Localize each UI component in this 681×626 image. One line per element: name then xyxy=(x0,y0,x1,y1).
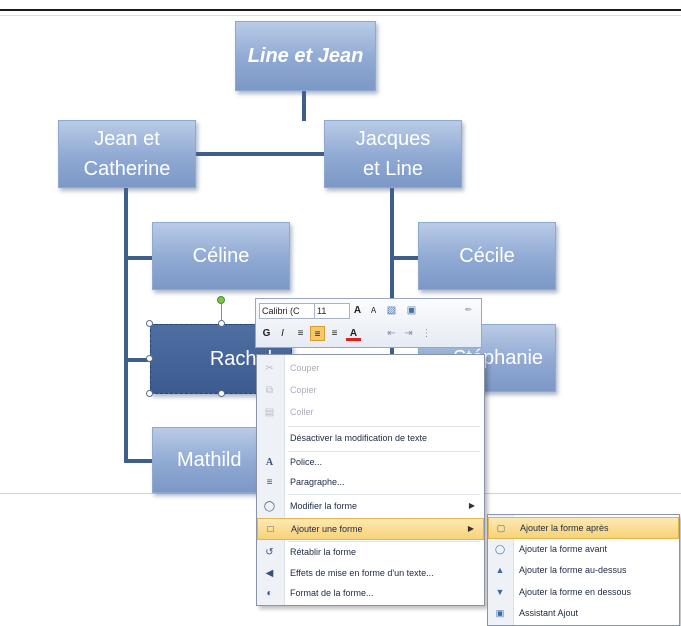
align-right-icon[interactable]: ≡ xyxy=(327,326,342,341)
submenu-item-add-after[interactable]: ▢ Ajouter la forme après xyxy=(488,517,679,539)
menu-item-label: Copier xyxy=(290,385,317,395)
decrease-indent-icon[interactable]: ⇤ xyxy=(384,326,399,341)
menu-item-paste[interactable]: ▤ Coller xyxy=(257,402,484,424)
paste-icon: ▤ xyxy=(264,407,275,418)
submenu-item-add-below[interactable]: ▼ Ajouter la forme en dessous xyxy=(488,582,679,604)
menu-item-label: Police... xyxy=(290,457,323,467)
resize-handle[interactable] xyxy=(146,355,153,362)
menu-item-label: Ajouter une forme xyxy=(291,524,363,534)
menu-separator xyxy=(288,426,480,427)
menu-item-label: Rétablir la forme xyxy=(290,547,357,557)
shape-text: Line et Jean xyxy=(247,45,364,67)
bold-button[interactable]: G xyxy=(259,326,274,341)
menu-item-copy[interactable]: ⧉ Copier xyxy=(257,380,484,402)
font-icon: A xyxy=(265,457,274,468)
scissors-icon: ✂ xyxy=(265,363,274,374)
format-shape-icon: ◐ xyxy=(266,588,273,599)
shape-text: Mathild xyxy=(177,449,242,471)
submenu-item-add-before[interactable]: ◯ Ajouter la forme avant xyxy=(488,539,679,561)
align-left-icon[interactable]: ≡ xyxy=(293,326,308,341)
menu-item-add-shape[interactable]: □ Ajouter une forme ▶ xyxy=(257,518,484,540)
add-after-icon: ▢ xyxy=(496,523,506,533)
menu-item-label: Modifier la forme xyxy=(290,501,358,511)
shrink-font-button[interactable]: A xyxy=(366,303,381,318)
font-size-box[interactable]: 11 xyxy=(314,303,350,319)
menu-separator xyxy=(288,494,480,495)
resize-handle[interactable] xyxy=(146,320,153,327)
reset-shape-icon: ↺ xyxy=(265,547,274,558)
connector xyxy=(124,256,152,260)
menu-item-label: Désactiver la modification de texte xyxy=(290,433,428,443)
shape-root[interactable]: Line et Jean xyxy=(235,21,376,91)
align-center-icon[interactable]: ≡ xyxy=(310,326,325,341)
menu-item-label: Paragraphe... xyxy=(290,477,345,487)
submenu-arrow-icon: ▶ xyxy=(468,501,475,510)
menu-item-reset-shape[interactable]: ↺ Rétablir la forme xyxy=(257,542,484,564)
italic-button[interactable]: I xyxy=(275,326,290,341)
top-guide-line xyxy=(0,15,681,16)
add-shape-icon: □ xyxy=(267,524,274,535)
shape-fill-icon[interactable]: ▣ xyxy=(404,303,419,318)
menu-item-text-effects[interactable]: ◀ Effets de mise en forme d'un texte... xyxy=(257,563,484,585)
shape-left-parent[interactable]: Jean et Catherine xyxy=(58,120,196,188)
menu-item-disable-text-edit[interactable]: Désactiver la modification de texte xyxy=(257,428,484,450)
menu-item-label: Format de la forme... xyxy=(290,588,374,598)
paragraph-icon: ≡ xyxy=(266,477,273,488)
submenu-item-label: Ajouter la forme après xyxy=(520,523,609,533)
menu-item-cut[interactable]: ✂ Couper xyxy=(257,358,484,380)
copy-icon: ⧉ xyxy=(265,385,274,396)
increase-indent-icon[interactable]: ⇥ xyxy=(401,326,416,341)
shape-cecile[interactable]: Cécile xyxy=(418,222,556,290)
add-above-icon: ▲ xyxy=(495,565,505,575)
menu-item-font[interactable]: A Police... xyxy=(257,452,484,474)
submenu-item-add-assistant[interactable]: ▣ Assistant Ajout xyxy=(488,603,679,625)
add-assistant-icon: ▣ xyxy=(495,608,505,618)
shape-right-parent[interactable]: Jacques et Line xyxy=(324,120,462,188)
shape-text: Catherine xyxy=(83,158,171,180)
submenu-item-label: Assistant Ajout xyxy=(519,608,579,618)
font-size-value: 11 xyxy=(317,306,327,316)
shape-text: Jacques xyxy=(355,128,431,150)
clear-format-icon[interactable]: ▧ xyxy=(384,303,399,318)
shape-text: et Line xyxy=(362,158,424,180)
shape-icon: ◯ xyxy=(263,501,276,512)
menu-item-change-shape[interactable]: ◯ Modifier la forme ▶ xyxy=(257,496,484,518)
submenu-item-label: Ajouter la forme au-dessus xyxy=(519,565,627,575)
resize-handle[interactable] xyxy=(218,390,225,397)
mini-toolbar: Calibri (C 11 A A ▧ ▣ ✒ G I ≡ ≡ ≡ A ⇤ ⇥ … xyxy=(255,298,482,348)
font-color-button[interactable]: A xyxy=(346,326,361,341)
add-below-icon: ▼ xyxy=(495,587,505,597)
shape-text: Jean et xyxy=(94,128,160,150)
resize-handle[interactable] xyxy=(218,320,225,327)
menu-item-paragraph[interactable]: ≡ Paragraphe... xyxy=(257,472,484,494)
submenu-arrow-icon: ▶ xyxy=(467,524,474,533)
connector xyxy=(124,459,152,463)
shape-text: Cécile xyxy=(459,245,515,267)
submenu-item-add-above[interactable]: ▲ Ajouter la forme au-dessus xyxy=(488,560,679,582)
rotation-handle[interactable] xyxy=(217,296,225,304)
shape-text: Céline xyxy=(192,245,250,267)
font-name-value: Calibri (C xyxy=(262,306,300,316)
menu-item-label: Couper xyxy=(290,363,320,373)
bullets-icon[interactable]: ⋮ xyxy=(419,326,434,341)
connector xyxy=(302,91,306,121)
menu-item-format-shape[interactable]: ◐ Format de la forme... xyxy=(257,583,484,605)
context-menu: ✂ Couper ⧉ Copier ▤ Coller Désactiver la… xyxy=(256,354,485,606)
add-before-icon: ◯ xyxy=(494,544,506,554)
submenu-item-label: Ajouter la forme avant xyxy=(519,544,608,554)
text-effects-icon: ◀ xyxy=(265,568,274,579)
submenu-item-label: Ajouter la forme en dessous xyxy=(519,587,632,597)
resize-handle[interactable] xyxy=(146,390,153,397)
add-shape-submenu: ▢ Ajouter la forme après ◯ Ajouter la fo… xyxy=(487,514,680,626)
menu-item-label: Effets de mise en forme d'un texte... xyxy=(290,568,434,578)
connector xyxy=(124,188,128,463)
font-name-box[interactable]: Calibri (C xyxy=(259,303,315,319)
connector xyxy=(196,152,324,156)
grow-font-button[interactable]: A xyxy=(350,303,365,318)
shape-celine[interactable]: Céline xyxy=(152,222,290,290)
top-border-line xyxy=(0,9,681,11)
connector xyxy=(390,256,418,260)
format-painter-icon[interactable]: ✒ xyxy=(461,303,476,318)
menu-item-label: Coller xyxy=(290,407,314,417)
